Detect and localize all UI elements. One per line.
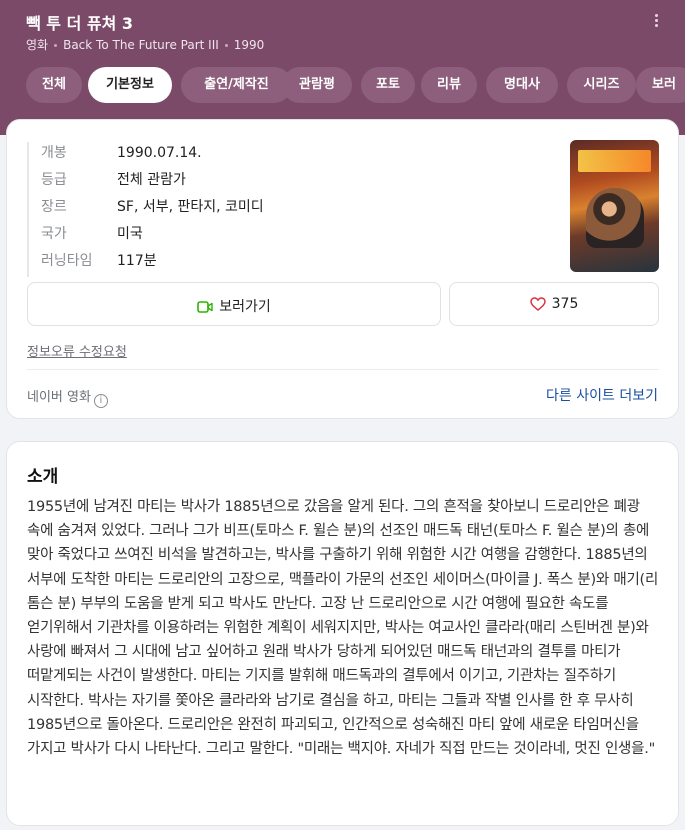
tab-reviews-rating[interactable]: 관람평	[282, 67, 352, 103]
title-header: 빽 투 더 퓨쳐 3 영화 Back To The Future Part III…	[0, 0, 685, 135]
info-row-country: 국가 미국	[41, 226, 143, 242]
tab-cast-crew[interactable]: 출연/제작진	[181, 67, 292, 103]
more-vertical-icon[interactable]	[646, 12, 666, 34]
movie-poster[interactable]	[570, 140, 659, 272]
tab-basic-info[interactable]: 기본정보	[88, 67, 172, 103]
info-row-rating: 등급 전체 관람가	[41, 172, 186, 188]
like-button[interactable]: 375	[449, 282, 659, 326]
intro-text: 1955년에 남겨진 마티는 박사가 1885년으로 갔음을 알게 된다. 그의…	[27, 499, 659, 758]
other-sites-link[interactable]: 다른 사이트 더보기	[546, 385, 658, 405]
info-row-runtime: 러닝타임 117분	[41, 253, 157, 269]
report-error-link[interactable]: 정보오류 수정요청	[27, 341, 127, 360]
info-row-release: 개봉 1990.07.14.	[41, 145, 202, 161]
intro-heading: 소개	[27, 467, 59, 487]
tab-photos[interactable]: 포토	[361, 67, 415, 103]
info-icon[interactable]: i	[93, 394, 108, 408]
heart-icon	[529, 297, 546, 311]
divider	[27, 369, 659, 370]
tab-series[interactable]: 시리즈	[567, 67, 636, 103]
movie-subline: 영화 Back To The Future Part III 1990	[26, 36, 264, 53]
intro-card: 소개 1955년에 남겨진 마티는 박사가 1885년으로 갔음을 알게 된다.…	[6, 441, 679, 826]
video-play-icon	[197, 301, 213, 313]
original-title: Back To The Future Part III	[63, 38, 219, 52]
release-year: 1990	[233, 38, 265, 52]
info-row-genre: 장르 SF, 서부, 판타지, 코미디	[41, 199, 264, 215]
tab-review[interactable]: 리뷰	[421, 67, 477, 103]
watch-label: 보러가기	[219, 299, 271, 315]
movie-title: 빽 투 더 퓨쳐 3	[26, 14, 134, 33]
watch-button[interactable]: 보러가기	[27, 282, 441, 326]
basic-info-card: 개봉 1990.07.14. 등급 전체 관람가 장르 SF, 서부, 판타지, 코미…	[6, 119, 679, 419]
tab-watch[interactable]: 보러	[636, 67, 685, 103]
tab-quotes[interactable]: 명대사	[486, 67, 558, 103]
tab-all[interactable]: 전체	[26, 67, 82, 103]
like-count: 375	[551, 296, 579, 312]
info-list: 개봉 1990.07.14. 등급 전체 관람가 장르 SF, 서부, 판타지, 코미…	[27, 142, 264, 277]
source-label: 네이버 영화 i	[27, 386, 108, 408]
category-label: 영화	[26, 38, 49, 52]
